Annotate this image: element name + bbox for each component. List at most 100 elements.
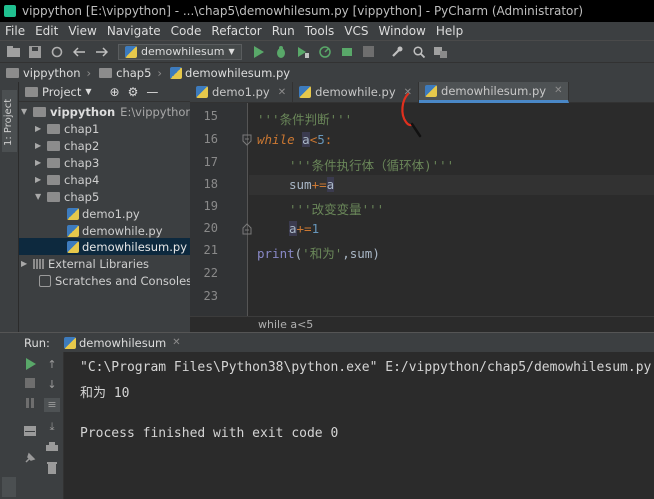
tree-item-root[interactable]: ▼ vippython E:\vippython: [21, 103, 193, 120]
sync-icon[interactable]: [50, 45, 64, 59]
expand-arrow-icon[interactable]: ▶: [21, 259, 31, 268]
menu-window[interactable]: Window: [374, 24, 431, 38]
library-icon: [33, 258, 44, 269]
fold-icon[interactable]: [242, 134, 252, 146]
locate-icon[interactable]: ⊕: [110, 85, 120, 99]
project-panel-title[interactable]: Project: [42, 85, 81, 99]
pause-icon[interactable]: [22, 398, 38, 412]
tab-demo1[interactable]: demo1.py ✕: [190, 81, 294, 103]
tree-item-scratches[interactable]: Scratches and Consoles: [31, 272, 192, 289]
folder-icon: [47, 123, 60, 134]
breadcrumb-separator: ›: [86, 65, 92, 80]
close-icon[interactable]: ✕: [554, 85, 562, 96]
run-configuration-select[interactable]: demowhilesum ▼: [118, 43, 242, 60]
print-icon[interactable]: [44, 442, 60, 456]
tree-item-label: demowhilesum.py: [82, 239, 188, 254]
tree-root-path: E:\vippython: [120, 104, 193, 119]
run-tool-strip-left: [0, 352, 40, 499]
code-line-19: '''改变变量''': [289, 199, 384, 218]
collapse-arrow-icon[interactable]: ▼: [35, 192, 45, 201]
expand-arrow-icon[interactable]: ▶: [35, 175, 45, 184]
profile-icon[interactable]: [318, 45, 332, 59]
menu-code[interactable]: Code: [166, 24, 207, 38]
string-literal: '和为': [302, 246, 343, 261]
structure-tool-tab[interactable]: [2, 477, 16, 497]
tree-item-demo1[interactable]: demo1.py: [63, 205, 140, 222]
code-text: ,sum): [342, 246, 380, 261]
menu-file[interactable]: File: [0, 24, 30, 38]
tree-item-label: Scratches and Consoles: [55, 273, 193, 288]
expand-arrow-icon[interactable]: ▶: [35, 124, 45, 133]
breadcrumb-project[interactable]: vippython: [23, 66, 81, 80]
menu-vcs[interactable]: VCS: [339, 24, 373, 38]
menu-view[interactable]: View: [63, 24, 101, 38]
expand-arrow-icon[interactable]: ▼: [21, 107, 31, 116]
tree-item-demowhile[interactable]: demowhile.py: [63, 222, 163, 239]
forward-arrow-icon[interactable]: [94, 45, 108, 59]
tab-demowhilesum[interactable]: demowhilesum.py ✕: [419, 81, 570, 103]
python-file-icon: [170, 66, 183, 79]
wrench-icon[interactable]: [390, 45, 404, 59]
concurrency-icon[interactable]: [340, 45, 354, 59]
scroll-to-end-icon[interactable]: ⤓: [44, 420, 60, 434]
menu-navigate[interactable]: Navigate: [102, 24, 166, 38]
window-title: vippython [E:\vippython] - ...\chap5\dem…: [22, 4, 584, 18]
settings-icon[interactable]: [434, 45, 448, 59]
run-with-coverage-icon[interactable]: [296, 45, 310, 59]
layout-icon[interactable]: [22, 426, 38, 440]
back-arrow-icon[interactable]: [72, 45, 86, 59]
menu-edit[interactable]: Edit: [30, 24, 63, 38]
run-console-output[interactable]: "C:\Program Files\Python38\python.exe" E…: [64, 352, 654, 499]
scratches-icon: [39, 274, 51, 287]
hide-panel-icon[interactable]: —: [146, 85, 158, 99]
folder-icon: [99, 67, 113, 78]
debug-icon[interactable]: [274, 45, 288, 59]
tab-label: demowhile.py: [315, 85, 396, 99]
stop-icon[interactable]: [362, 45, 376, 59]
open-folder-icon[interactable]: [6, 45, 20, 59]
pin-icon[interactable]: [22, 452, 38, 466]
soft-wrap-icon[interactable]: ≡: [44, 398, 60, 412]
trash-icon[interactable]: [44, 462, 60, 476]
run-panel-header: Run: demowhilesum ✕: [0, 332, 654, 352]
tree-item-external-libraries[interactable]: ▶ External Libraries: [21, 255, 149, 272]
chevron-down-icon[interactable]: ▼: [85, 87, 91, 96]
project-tool-tab[interactable]: 1: Project: [2, 90, 17, 152]
menu-tools[interactable]: Tools: [300, 24, 340, 38]
scroll-up-icon[interactable]: ↑: [44, 358, 60, 372]
line-number: 23: [203, 289, 218, 303]
tree-item-demowhilesum[interactable]: demowhilesum.py: [19, 238, 190, 255]
fold-end-icon[interactable]: [242, 223, 252, 235]
tree-item-chap3[interactable]: ▶ chap3: [35, 154, 99, 171]
string-literal: '''条件判断''': [257, 112, 353, 127]
menu-run[interactable]: Run: [267, 24, 300, 38]
run-icon[interactable]: [252, 45, 266, 59]
python-file-icon: [67, 224, 79, 237]
folder-icon: [47, 191, 60, 202]
expand-arrow-icon[interactable]: ▶: [35, 141, 45, 150]
tree-item-label: chap2: [64, 138, 100, 153]
folder-icon: [6, 67, 19, 78]
console-command-line: "C:\Program Files\Python38\python.exe" E…: [80, 360, 652, 375]
settings-icon[interactable]: ⚙: [128, 85, 139, 99]
tree-item-chap1[interactable]: ▶ chap1: [35, 120, 99, 137]
save-icon[interactable]: [28, 45, 42, 59]
scroll-down-icon[interactable]: ↓: [44, 378, 60, 392]
tab-label: demowhilesum.py: [441, 83, 547, 98]
close-icon[interactable]: ✕: [278, 87, 286, 98]
tree-item-chap2[interactable]: ▶ chap2: [35, 137, 99, 154]
breadcrumb-file[interactable]: demowhilesum.py: [185, 66, 290, 80]
rerun-icon[interactable]: [22, 358, 38, 372]
expand-arrow-icon[interactable]: ▶: [35, 158, 45, 167]
editor-structure-breadcrumb[interactable]: while a<5: [190, 316, 654, 332]
run-tab-label[interactable]: demowhilesum: [79, 336, 166, 350]
breadcrumb-folder[interactable]: chap5: [116, 66, 151, 80]
tree-item-chap5[interactable]: ▼ chap5: [35, 188, 99, 205]
tree-item-chap4[interactable]: ▶ chap4: [35, 171, 99, 188]
menu-help[interactable]: Help: [431, 24, 468, 38]
menu-refactor[interactable]: Refactor: [206, 24, 266, 38]
close-icon[interactable]: ✕: [172, 337, 180, 348]
chevron-down-icon: ▼: [228, 47, 235, 56]
stop-icon[interactable]: [22, 378, 38, 392]
search-icon[interactable]: [412, 45, 426, 59]
